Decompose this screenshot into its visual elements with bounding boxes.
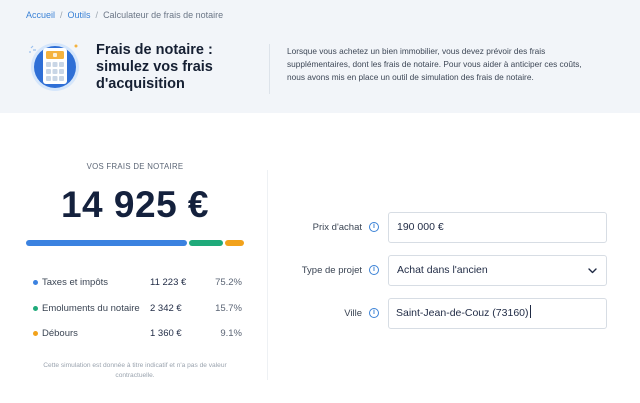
breakdown-row-debours: Débours 1 360 € 9.1% [26, 326, 244, 352]
breakdown-amount: 2 342 € [150, 302, 182, 314]
disclaimer: Cette simulation est donnée à titre indi… [43, 362, 227, 379]
bar-segment-debours [224, 240, 244, 246]
project-type-label: Type de projet [301, 265, 362, 276]
legend-dot [33, 331, 38, 336]
legend-dot [33, 305, 38, 311]
calculator-icon [26, 38, 84, 92]
bar-segment-emoluments [188, 240, 223, 246]
breakdown-row-emoluments: Emoluments du notaire 2 342 € 15.7% [26, 301, 244, 327]
breadcrumb-link-tools[interactable]: Outils [68, 10, 91, 20]
chevron-down-icon [588, 268, 597, 274]
breakdown-amount: 1 360 € [150, 328, 182, 339]
breakdown-list: Taxes et impôts 11 223 € 75.2% Emolument… [26, 275, 244, 352]
breakdown-row-taxes: Taxes et impôts 11 223 € 75.2% [26, 275, 244, 301]
breakdown-bar [26, 240, 244, 246]
total-amount: 14 925 € [60, 184, 210, 225]
breakdown-label: Débours [42, 328, 78, 339]
city-value: Saint-Jean-de-Couz (73160) [396, 307, 529, 319]
breadcrumb-link-home[interactable]: Accueil [26, 10, 55, 20]
breakdown-label: Emoluments du notaire [42, 302, 140, 314]
project-type-info-icon[interactable]: i [369, 265, 379, 275]
text-cursor [529, 305, 531, 318]
breakdown-percent: 75.2% [215, 277, 242, 288]
price-value: 190 000 € [397, 221, 444, 233]
price-input[interactable]: 190 000 € [388, 212, 607, 243]
city-label: Ville [344, 308, 362, 319]
breakdown-label: Taxes et impôts [42, 277, 108, 288]
project-type-value: Achat dans l'ancien [397, 264, 488, 276]
breadcrumb-current: Calculateur de frais de notaire [103, 10, 224, 20]
breadcrumb-separator: / [60, 10, 63, 20]
price-label: Prix d'achat [312, 222, 362, 233]
page-title: Frais de notaire : simulez vos frais d'a… [96, 42, 213, 92]
breakdown-amount: 11 223 € [150, 277, 187, 288]
breadcrumb: Accueil / Outils / Calculateur de frais de n… [26, 10, 223, 20]
result-label: VOS FRAIS DE NOTAIRE [86, 162, 184, 171]
city-info-icon[interactable]: i [369, 308, 379, 318]
city-input[interactable]: Saint-Jean-de-Couz (73160) [388, 298, 607, 329]
breakdown-percent: 9.1% [220, 328, 242, 339]
hero-description: Lorsque vous achetez un bien immobilier,… [287, 46, 582, 82]
hero-divider [269, 44, 270, 94]
price-info-icon[interactable]: i [369, 222, 379, 232]
bar-segment-taxes [26, 240, 187, 246]
breadcrumb-separator: / [95, 10, 99, 20]
legend-dot [33, 280, 38, 285]
project-type-select[interactable]: Achat dans l'ancien [388, 255, 607, 286]
breakdown-percent: 15.7% [215, 302, 242, 314]
